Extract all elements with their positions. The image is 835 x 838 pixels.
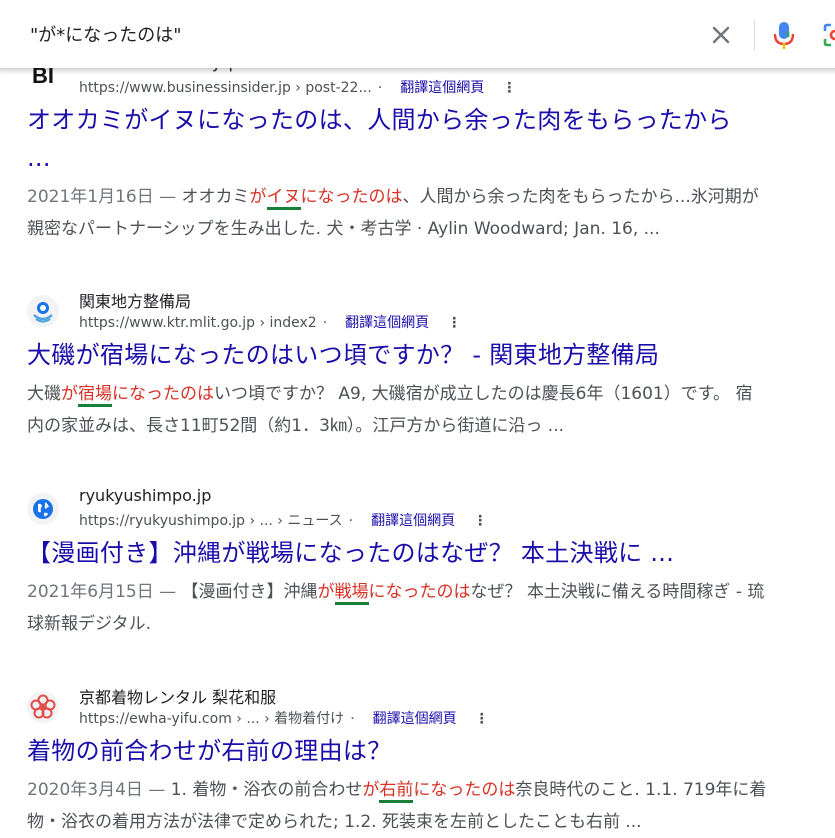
translate-link[interactable]: 翻譯這個網頁 — [371, 513, 455, 529]
site-url[interactable]: https://ewha-yifu.com › ... › 着物着付け — [79, 711, 344, 727]
more-options-icon[interactable]: ⋮ — [475, 711, 489, 727]
site-favicon — [27, 691, 59, 723]
search-divider — [754, 20, 755, 50]
site-name: ryukyushimpo.jp — [79, 486, 212, 505]
site-url-row: https://www.businessinsider.jp › post-22… — [79, 80, 517, 96]
wildcard-match: 戦場 — [334, 582, 369, 605]
site-url[interactable]: https://www.ktr.mlit.go.jp › index2 — [79, 315, 317, 331]
search-input[interactable] — [28, 22, 632, 45]
result-title[interactable]: 【漫画付き】沖縄が戦場になったのはなぜ？ 本土決戦に ... — [27, 534, 835, 572]
microphone-icon[interactable] — [772, 19, 796, 51]
mlit-logo-icon — [33, 302, 53, 323]
result-site-row: ryukyushimpo.jp https://ryukyushimpo.jp … — [27, 486, 835, 532]
result-date: 2021年6月15日 — — [27, 582, 182, 602]
result-title[interactable]: 大磯が宿場になったのはいつ頃ですか？ - 関東地方整備局 — [27, 336, 835, 374]
result-site-row: 京都着物レンタル 梨花和服 https://ewha-yifu.com › ..… — [27, 684, 835, 730]
result-date: 2020年3月4日 — — [27, 780, 171, 800]
translate-link[interactable]: 翻譯這個網頁 — [400, 80, 484, 96]
search-result: 京都着物レンタル 梨花和服 https://ewha-yifu.com › ..… — [27, 684, 835, 838]
search-result: BI Business Insider Japan https://www.bu… — [27, 53, 835, 245]
search-result: 関東地方整備局 https://www.ktr.mlit.go.jp › ind… — [27, 288, 835, 442]
camera-icon[interactable] — [822, 22, 835, 48]
result-date: 2021年1月16日 — — [27, 187, 182, 207]
clear-icon[interactable] — [708, 22, 734, 48]
result-snippet: 2021年6月15日 — 【漫画付き】沖縄が戦場になったのはなぜ？ 本土決戦に備… — [27, 582, 765, 634]
site-url[interactable]: https://ryukyushimpo.jp › ... › ニュース — [79, 513, 343, 529]
result-site-row: 関東地方整備局 https://www.ktr.mlit.go.jp › ind… — [27, 288, 835, 334]
site-favicon — [27, 493, 59, 525]
wildcard-match: イヌ — [266, 187, 301, 210]
search-bar — [0, 0, 835, 68]
result-snippet: 大磯が宿場になったのはいつ頃ですか？ A9, 大磯宿が成立したのは慶長6年（16… — [27, 384, 753, 436]
site-name: 関東地方整備局 — [79, 292, 192, 311]
site-url[interactable]: https://www.businessinsider.jp › post-22… — [79, 80, 372, 96]
more-options-icon[interactable]: ⋮ — [447, 315, 461, 331]
search-result: ryukyushimpo.jp https://ryukyushimpo.jp … — [27, 486, 835, 640]
more-options-icon[interactable]: ⋮ — [502, 80, 516, 96]
result-title[interactable]: 着物の前合わせが右前の理由は？ — [27, 732, 835, 770]
site-url-row: https://ewha-yifu.com › ... › 着物着付け · 翻譯這個… — [79, 711, 489, 727]
result-title[interactable]: オオカミがイヌになったのは、人間から余った肉をもらったから ... — [27, 101, 835, 177]
translate-link[interactable]: 翻譯這個網頁 — [345, 315, 429, 331]
globe-icon — [33, 499, 53, 519]
site-url-row: https://ryukyushimpo.jp › ... › ニュース · 翻譯這… — [79, 513, 488, 529]
flower-logo-icon — [30, 694, 56, 719]
result-snippet: 2021年1月16日 — オオカミがイヌになったのは、人間から余った肉をもらった… — [27, 187, 759, 239]
translate-link[interactable]: 翻譯這個網頁 — [373, 711, 457, 727]
site-url-row: https://www.ktr.mlit.go.jp › index2 · 翻譯這個… — [79, 315, 462, 331]
site-favicon — [27, 295, 59, 327]
more-options-icon[interactable]: ⋮ — [473, 513, 487, 529]
result-snippet: 2020年3月4日 — 1. 着物・浴衣の前合わせが右前になったのは奈良時代のこ… — [27, 780, 767, 832]
wildcard-match: 右前 — [379, 780, 414, 803]
site-name: 京都着物レンタル 梨花和服 — [79, 688, 277, 707]
wildcard-match: 宿場 — [78, 384, 112, 407]
